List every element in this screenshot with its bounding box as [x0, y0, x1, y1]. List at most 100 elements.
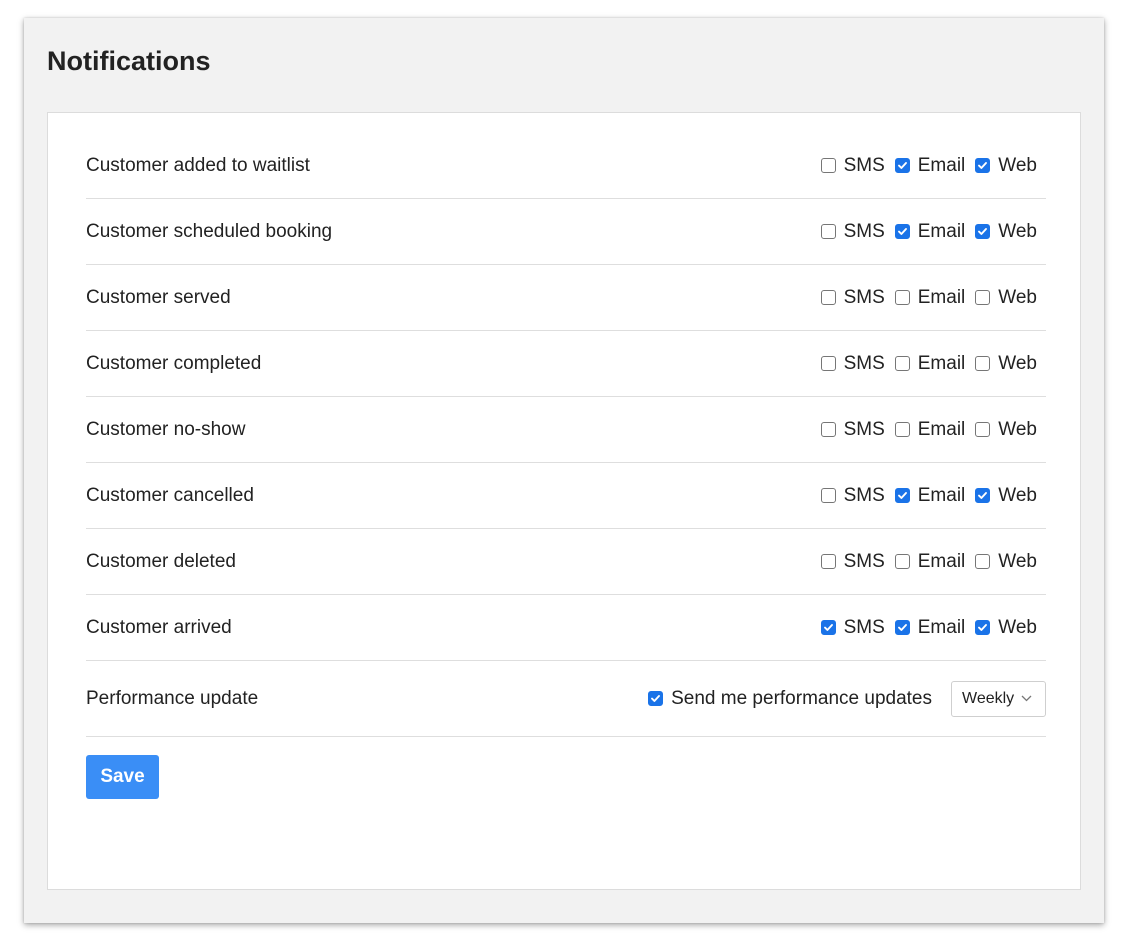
web-option[interactable]: Web — [975, 287, 1037, 309]
email-checkbox[interactable] — [894, 158, 910, 173]
sms-option[interactable]: SMS — [820, 616, 885, 639]
email-label: Email — [917, 352, 966, 374]
channel-options: SMS Email Web — [820, 616, 1037, 639]
channel-options: SMS Email Web — [820, 286, 1037, 309]
check-icon — [978, 162, 988, 169]
frequency-select-value: Weekly — [962, 689, 1015, 707]
web-label: Web — [998, 484, 1037, 506]
web-option[interactable]: Web — [975, 155, 1037, 177]
notification-row: Customer added to waitlist SMS Email Web — [86, 133, 1046, 199]
sms-checkbox[interactable] — [820, 422, 836, 437]
email-checkbox[interactable] — [894, 422, 910, 437]
check-icon — [897, 228, 907, 235]
notification-row-label: Customer arrived — [86, 616, 232, 638]
web-checkbox[interactable] — [975, 356, 991, 371]
email-option[interactable]: Email — [894, 154, 966, 177]
chevron-down-icon — [1021, 695, 1032, 702]
sms-label: SMS — [843, 484, 885, 506]
email-checkbox[interactable] — [894, 488, 910, 503]
sms-checkbox[interactable] — [820, 554, 836, 569]
email-checkbox[interactable] — [894, 620, 910, 635]
sms-label: SMS — [843, 418, 885, 440]
web-option[interactable]: Web — [975, 551, 1037, 573]
web-label: Web — [998, 616, 1037, 638]
sms-option[interactable]: SMS — [820, 418, 885, 441]
email-checkbox[interactable] — [894, 356, 910, 371]
check-icon — [978, 492, 988, 499]
sms-option[interactable]: SMS — [820, 484, 885, 507]
sms-label: SMS — [843, 154, 885, 176]
notification-row-label: Customer served — [86, 286, 231, 308]
email-label: Email — [917, 550, 966, 572]
email-checkbox[interactable] — [894, 290, 910, 305]
sms-label: SMS — [843, 220, 885, 242]
web-checkbox[interactable] — [975, 488, 991, 503]
email-option[interactable]: Email — [894, 221, 965, 243]
email-option[interactable]: Email — [894, 418, 966, 441]
email-checkbox[interactable] — [894, 554, 910, 569]
sms-checkbox[interactable] — [820, 356, 836, 371]
sms-checkbox[interactable] — [820, 488, 836, 503]
web-label: Web — [998, 418, 1037, 440]
performance-controls: Send me performance updates Weekly — [648, 680, 1046, 717]
sms-label: SMS — [843, 286, 885, 308]
web-checkbox[interactable] — [975, 554, 991, 569]
notification-row-label: Customer deleted — [86, 550, 236, 572]
web-checkbox[interactable] — [975, 422, 991, 437]
email-option[interactable]: Email — [894, 617, 965, 639]
web-option[interactable]: Web — [975, 353, 1037, 375]
sms-option[interactable]: SMS — [820, 286, 885, 309]
check-icon — [978, 228, 988, 235]
web-label: Web — [998, 286, 1037, 308]
web-label: Web — [998, 550, 1037, 572]
performance-updates-option[interactable]: Send me performance updates — [648, 688, 932, 710]
sms-option[interactable]: SMS — [820, 220, 885, 243]
web-label: Web — [998, 352, 1037, 374]
web-label: Web — [998, 220, 1037, 242]
web-checkbox[interactable] — [975, 290, 991, 305]
notification-row-label: Customer cancelled — [86, 484, 254, 506]
channel-options: SMS Email Web — [820, 154, 1037, 177]
email-checkbox[interactable] — [894, 224, 910, 239]
notification-row: Customer no-show SMS Email Web — [86, 397, 1046, 463]
web-checkbox[interactable] — [975, 158, 991, 173]
web-checkbox[interactable] — [975, 620, 991, 635]
web-label: Web — [998, 154, 1037, 176]
performance-updates-label: Send me performance updates — [671, 687, 932, 709]
sms-label: SMS — [843, 616, 885, 638]
check-icon — [651, 695, 661, 702]
email-label: Email — [917, 154, 966, 176]
save-button[interactable]: Save — [86, 755, 159, 799]
notification-row-label: Customer scheduled booking — [86, 220, 333, 242]
performance-updates-checkbox[interactable] — [648, 691, 664, 706]
page-title: Notifications — [47, 46, 211, 76]
web-option[interactable]: Web — [975, 419, 1037, 441]
sms-option[interactable]: SMS — [820, 551, 885, 573]
sms-label: SMS — [843, 352, 885, 374]
sms-option[interactable]: SMS — [820, 154, 885, 177]
sms-checkbox[interactable] — [820, 224, 836, 239]
channel-options: SMS Email Web — [820, 418, 1037, 441]
sms-checkbox[interactable] — [820, 290, 836, 305]
notification-row: Customer arrived SMS Email Web — [86, 595, 1046, 661]
email-option[interactable]: Email — [894, 287, 965, 309]
web-option[interactable]: Web — [975, 485, 1037, 507]
email-option[interactable]: Email — [894, 485, 965, 507]
email-option[interactable]: Email — [894, 550, 966, 573]
channel-options: SMS Email Web — [820, 484, 1037, 507]
channel-options: SMS Email Web — [820, 352, 1037, 375]
sms-option[interactable]: SMS — [820, 352, 885, 375]
sms-checkbox[interactable] — [820, 158, 836, 173]
email-label: Email — [917, 418, 966, 440]
email-option[interactable]: Email — [894, 352, 966, 375]
notification-row: Customer deleted SMS Email Web — [86, 529, 1046, 595]
frequency-select[interactable]: Weekly — [951, 680, 1046, 717]
notification-row: Customer served SMS Email Web — [86, 265, 1046, 331]
check-icon — [897, 162, 907, 169]
web-checkbox[interactable] — [975, 224, 991, 239]
notification-list: Customer added to waitlist SMS Email Web Cus… — [86, 133, 1046, 799]
sms-checkbox[interactable] — [820, 620, 836, 635]
web-option[interactable]: Web — [975, 221, 1037, 243]
web-option[interactable]: Web — [975, 617, 1037, 639]
channel-options: SMS Email Web — [820, 220, 1037, 243]
